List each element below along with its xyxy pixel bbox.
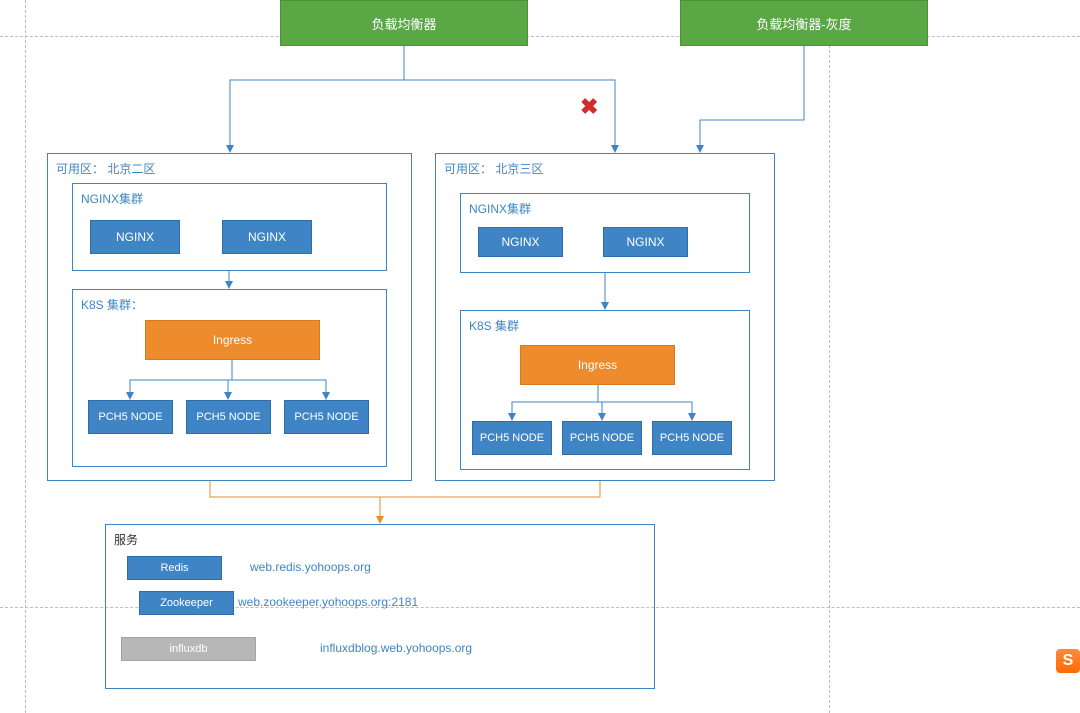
zone-a-ingress: Ingress [145, 320, 320, 360]
service-zk-url: web.zookeeper.yohoops.org:2181 [238, 595, 418, 609]
zone-b-node-3: PCH5 NODE [652, 421, 732, 455]
zone-a-k8s-label: K8S 集群： [81, 296, 143, 313]
service-redis-url: web.redis.yohoops.org [250, 560, 371, 574]
service-zk-box: Zookeeper [139, 591, 234, 615]
zone-a-nginx-2: NGINX [222, 220, 312, 254]
guide-v1 [25, 0, 26, 713]
ime-icon: S [1056, 649, 1080, 673]
guide-v2 [829, 0, 830, 713]
service-influx-box: influxdb [121, 637, 256, 661]
load-balancer-main: 负载均衡器 [280, 0, 528, 46]
zone-a-title: 可用区： 北京二区 [56, 160, 155, 177]
zone-a-nginx-cluster-label: NGINX集群 [81, 190, 143, 207]
load-balancer-gray: 负载均衡器-灰度 [680, 0, 928, 46]
zone-a-node-2: PCH5 NODE [186, 400, 271, 434]
zone-a-k8s-panel: K8S 集群： [72, 289, 387, 467]
cross-icon: ✖ [580, 96, 598, 118]
zone-a-nginx-1: NGINX [90, 220, 180, 254]
zone-b-nginx-1: NGINX [478, 227, 563, 257]
zone-b-nginx-2: NGINX [603, 227, 688, 257]
service-influx-url: influxdblog.web.yohoops.org [320, 641, 472, 655]
zone-a-node-3: PCH5 NODE [284, 400, 369, 434]
zone-b-node-1: PCH5 NODE [472, 421, 552, 455]
zone-b-node-2: PCH5 NODE [562, 421, 642, 455]
zone-b-ingress: Ingress [520, 345, 675, 385]
diagram-canvas: 负载均衡器 负载均衡器-灰度 可用区： 北京二区 NGINX集群 NGINX N… [0, 0, 1080, 713]
zone-b-nginx-cluster-label: NGINX集群 [469, 200, 531, 217]
zone-a-node-1: PCH5 NODE [88, 400, 173, 434]
services-title: 服务 [114, 531, 138, 548]
zone-b-k8s-label: K8S 集群 [469, 317, 519, 334]
service-redis-box: Redis [127, 556, 222, 580]
zone-b-title: 可用区： 北京三区 [444, 160, 543, 177]
